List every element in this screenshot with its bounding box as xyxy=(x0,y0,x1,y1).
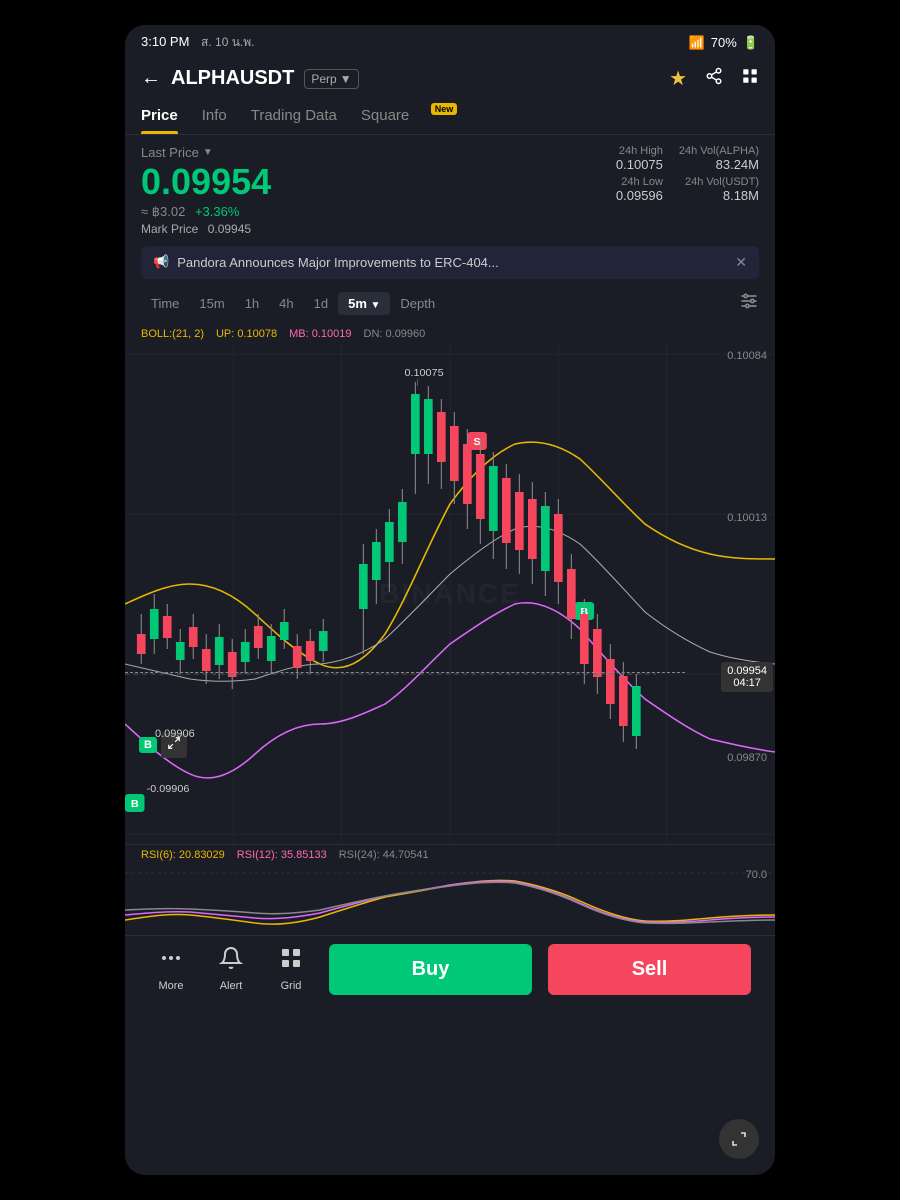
price-label-09906: 0.09906 xyxy=(155,728,195,740)
tab-trading-data[interactable]: Trading Data xyxy=(251,97,337,134)
wifi-icon: 📶 xyxy=(689,35,705,51)
price-dropdown-icon[interactable]: ▼ xyxy=(203,147,213,158)
chart-settings-icon[interactable] xyxy=(739,291,759,316)
tab-info[interactable]: Info xyxy=(202,97,227,134)
vol-alpha-label: 24h Vol(ALPHA) xyxy=(679,145,759,157)
rsi-chart: 70.0 xyxy=(125,865,775,935)
battery-status: 70% xyxy=(711,35,737,50)
candlestick-chart: B B -0.09906 0.10075 xyxy=(125,344,775,844)
news-icon: 📢 xyxy=(153,254,169,270)
time-btn-1h[interactable]: 1h xyxy=(235,292,269,315)
boll-label: BOLL:(21, 2) xyxy=(141,328,204,340)
current-price-box: 0.09954 04:17 xyxy=(721,662,773,692)
tab-bar: Price Info Trading Data Square New xyxy=(125,97,775,135)
more-label: More xyxy=(158,980,183,992)
boll-up: UP: 0.10078 xyxy=(216,328,277,340)
depth-btn[interactable]: Depth xyxy=(390,292,445,315)
vol-alpha-value: 83.24M xyxy=(679,157,759,172)
last-price-label: Last Price xyxy=(141,145,199,160)
alert-label: Alert xyxy=(220,980,243,992)
dropdown-icon: ▼ xyxy=(340,72,352,86)
high-value: 0.10075 xyxy=(583,157,663,172)
new-badge: New xyxy=(431,103,458,115)
grid-label: Grid xyxy=(281,980,302,992)
time-btn-5m[interactable]: 5m ▼ xyxy=(338,292,390,315)
price-label-mid: 0.10013 xyxy=(727,512,767,524)
mark-price-value: 0.09945 xyxy=(208,222,251,236)
price-section: Last Price ▼ 0.09954 ≈ ฿3.02 +3.36% Mark… xyxy=(125,135,775,242)
alert-icon xyxy=(219,946,243,976)
svg-text:0.10075: 0.10075 xyxy=(405,368,444,379)
current-time: 04:17 xyxy=(727,677,767,689)
header: ← ALPHAUSDT Perp ▼ ★ xyxy=(125,60,775,97)
news-close-button[interactable]: ✕ xyxy=(735,254,747,271)
sell-button[interactable]: Sell xyxy=(548,944,751,995)
grid-icon xyxy=(279,946,303,976)
grid-layout-icon[interactable] xyxy=(741,67,759,90)
rsi-indicator-bar: RSI(6): 20.83029 RSI(12): 35.85133 RSI(2… xyxy=(125,844,775,865)
price-value: 0.09954 xyxy=(141,162,271,202)
alert-action[interactable]: Alert xyxy=(201,946,261,992)
tab-square[interactable]: Square New xyxy=(361,97,437,134)
share-icon[interactable] xyxy=(705,67,723,90)
chart-area[interactable]: BINANCE 0.10084 0.10013 0.09870 0.09954 … xyxy=(125,344,775,844)
news-text: Pandora Announces Major Improvements to … xyxy=(177,255,499,270)
boll-indicator: BOLL:(21, 2) UP: 0.10078 MB: 0.10019 DN:… xyxy=(125,324,775,344)
mark-price-label: Mark Price xyxy=(141,222,198,236)
baht-value: ≈ ฿3.02 xyxy=(141,204,185,219)
rsi24-label: RSI(24): 44.70541 xyxy=(339,849,429,861)
status-right: 📶 70% 🔋 xyxy=(689,35,759,51)
svg-text:S: S xyxy=(473,437,480,448)
time-btn-15m[interactable]: 15m xyxy=(189,292,234,315)
time-btn-4h[interactable]: 4h xyxy=(269,292,303,315)
current-price: 0.09954 xyxy=(727,665,767,677)
rsi6-label: RSI(6): 20.83029 xyxy=(141,849,225,861)
high-label: 24h High xyxy=(583,145,663,157)
low-value: 0.09596 xyxy=(583,188,663,203)
price-label-low: 0.09870 xyxy=(727,752,767,764)
favorite-icon[interactable]: ★ xyxy=(669,66,687,91)
price-change: +3.36% xyxy=(195,204,239,219)
bottom-bar: More Alert Grid Buy Sell xyxy=(125,935,775,1007)
rsi-level: 70.0 xyxy=(746,869,767,881)
svg-text:-0.09906: -0.09906 xyxy=(147,784,190,795)
tab-price[interactable]: Price xyxy=(141,97,178,134)
pair-type[interactable]: Perp ▼ xyxy=(304,69,358,89)
status-bar: 3:10 PM ส. 10 น.พ. 📶 70% 🔋 xyxy=(125,25,775,60)
chart-controls: Time 15m 1h 4h 1d 5m ▼ Depth xyxy=(125,283,775,324)
more-action[interactable]: More xyxy=(141,946,201,992)
vol-usdt-label: 24h Vol(USDT) xyxy=(679,176,759,188)
pair-name: ALPHAUSDT xyxy=(171,67,294,90)
rsi12-label: RSI(12): 35.85133 xyxy=(237,849,327,861)
status-time: 3:10 PM ส. 10 น.พ. xyxy=(141,33,255,52)
boll-dn: DN: 0.09960 xyxy=(364,328,426,340)
price-label-high: 0.10084 xyxy=(727,350,767,362)
fab-button[interactable] xyxy=(719,1119,759,1159)
low-label: 24h Low xyxy=(583,176,663,188)
time-btn-time[interactable]: Time xyxy=(141,292,189,315)
battery-icon: 🔋 xyxy=(743,35,759,51)
more-icon xyxy=(159,946,183,976)
grid-action[interactable]: Grid xyxy=(261,946,321,992)
buy-button[interactable]: Buy xyxy=(329,944,532,995)
svg-text:B: B xyxy=(131,799,139,810)
news-banner: 📢 Pandora Announces Major Improvements t… xyxy=(141,246,759,279)
boll-mb: MB: 0.10019 xyxy=(289,328,351,340)
vol-usdt-value: 8.18M xyxy=(679,188,759,203)
price-stats: 24h High 0.10075 24h Vol(ALPHA) 83.24M 2… xyxy=(583,145,759,203)
time-btn-1d[interactable]: 1d xyxy=(304,292,338,315)
back-button[interactable]: ← xyxy=(141,67,161,90)
